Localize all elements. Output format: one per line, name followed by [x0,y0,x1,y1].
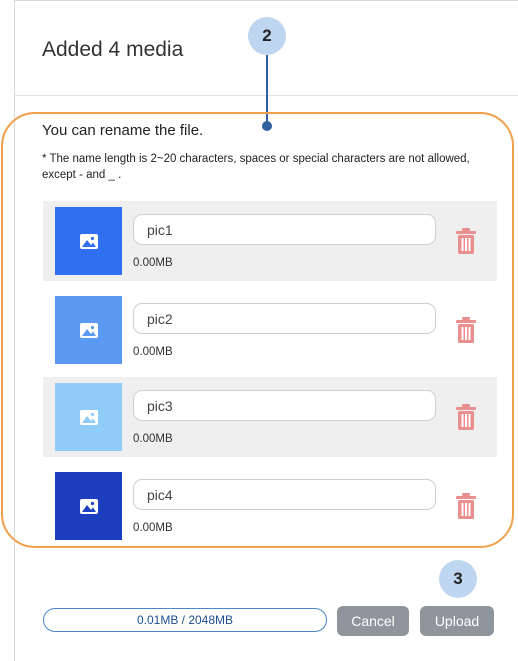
file-thumbnail [55,296,122,364]
file-row: 0.00MB [43,290,497,370]
file-thumbnail [55,207,122,275]
rename-note: * The name length is 2~20 characters, sp… [42,153,470,181]
trash-icon[interactable] [456,404,476,430]
image-icon [79,409,98,425]
callout-leader-line [266,55,268,125]
dialog-title: Added 4 media [42,38,184,61]
file-name-input[interactable] [133,303,436,334]
file-size: 0.00MB [133,522,173,534]
file-thumbnail [55,472,122,540]
cancel-button[interactable]: Cancel [337,606,409,636]
callout-step-3: 3 [439,560,477,598]
rename-heading: You can rename the file. [42,122,204,139]
callout-leader-dot [262,121,272,131]
file-row: 0.00MB [43,377,497,457]
trash-icon[interactable] [456,493,476,519]
file-name-input[interactable] [133,390,436,421]
file-name-input[interactable] [133,479,436,510]
image-icon [79,322,98,338]
file-name-input[interactable] [133,214,436,245]
file-row: 0.00MB [43,466,497,546]
callout-step-2: 2 [248,17,286,55]
file-size: 0.00MB [133,257,173,269]
storage-usage-text: 0.01MB / 2048MB [136,613,234,627]
trash-icon[interactable] [456,228,476,254]
file-thumbnail [55,383,122,451]
file-size: 0.00MB [133,346,173,358]
trash-icon[interactable] [456,317,476,343]
image-icon [79,498,98,514]
upload-button[interactable]: Upload [420,606,494,636]
file-row: 0.00MB [43,201,497,281]
storage-usage-bar: 0.01MB / 2048MB [43,608,327,632]
image-icon [79,233,98,249]
file-size: 0.00MB [133,433,173,445]
